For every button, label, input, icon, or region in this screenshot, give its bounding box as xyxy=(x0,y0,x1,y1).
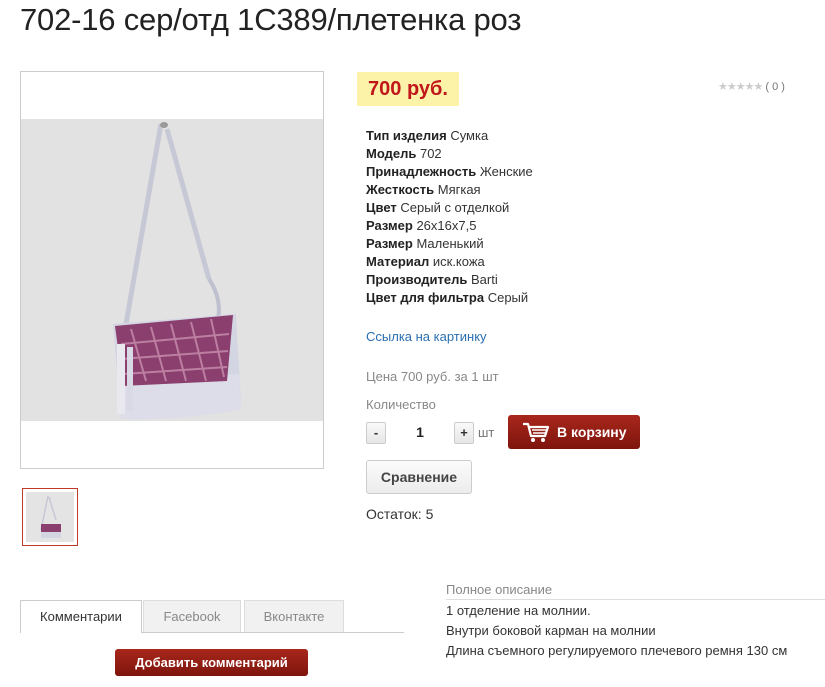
description-text: 1 отделение на молнии. Внутри боковой ка… xyxy=(446,601,787,661)
property-row: Тип изделия Сумка xyxy=(366,128,489,143)
property-row: Производитель Barti xyxy=(366,272,498,287)
property-row: Размер Маленький xyxy=(366,236,484,251)
property-row: Жесткость Мягкая xyxy=(366,182,481,197)
cart-icon xyxy=(522,421,550,446)
tab-comments[interactable]: Комментарии xyxy=(20,600,142,633)
product-photo xyxy=(21,119,323,421)
product-image[interactable] xyxy=(20,71,324,469)
quantity-label: Количество xyxy=(366,397,436,412)
property-row: Цвет для фильтра Серый xyxy=(366,290,529,305)
thumbnail-photo xyxy=(26,492,74,542)
product-thumbnail[interactable] xyxy=(22,488,78,546)
tab-vkontakte[interactable]: Вконтакте xyxy=(244,600,344,632)
rating[interactable]: ★★★★★ ( 0 ) xyxy=(718,80,785,93)
quantity-increase-button[interactable]: + xyxy=(454,422,474,444)
description-heading: Полное описание xyxy=(446,582,825,600)
compare-button[interactable]: Сравнение xyxy=(366,460,472,494)
stock-status: Остаток: 5 xyxy=(366,506,434,522)
tab-facebook[interactable]: Facebook xyxy=(143,600,241,632)
quantity-decrease-button[interactable]: - xyxy=(366,422,386,444)
description-line: Длина съемного регулируемого плечевого р… xyxy=(446,643,788,658)
price-badge: 700 руб. xyxy=(357,72,459,106)
add-comment-button[interactable]: Добавить комментарий xyxy=(115,649,308,676)
page-title: 702-16 сер/отд 1С389/плетенка роз xyxy=(20,2,522,37)
description-line: 1 отделение на молнии. xyxy=(446,603,591,618)
product-properties: Тип изделия Сумка Модель 702 Принадлежно… xyxy=(366,127,533,307)
quantity-input[interactable]: 1 xyxy=(392,424,448,440)
property-row: Модель 702 xyxy=(366,146,442,161)
property-row: Материал иск.кожа xyxy=(366,254,485,269)
add-to-cart-label: В корзину xyxy=(557,424,627,440)
image-link[interactable]: Ссылка на картинку xyxy=(366,329,487,344)
rating-count: ( 0 ) xyxy=(765,81,785,93)
price-per-unit: Цена 700 руб. за 1 шт xyxy=(366,369,499,384)
property-row: Цвет Серый с отделкой xyxy=(366,200,510,215)
quantity-unit: шт xyxy=(478,425,495,440)
star-rating-icon[interactable]: ★★★★★ xyxy=(718,81,763,93)
comment-tabs: Комментарии Facebook Вконтакте xyxy=(20,600,404,633)
property-row: Размер 26x16x7,5 xyxy=(366,218,477,233)
add-to-cart-button[interactable]: В корзину xyxy=(508,415,640,449)
description-line: Внутри боковой карман на молнии xyxy=(446,623,656,638)
property-row: Принадлежность Женские xyxy=(366,164,533,179)
